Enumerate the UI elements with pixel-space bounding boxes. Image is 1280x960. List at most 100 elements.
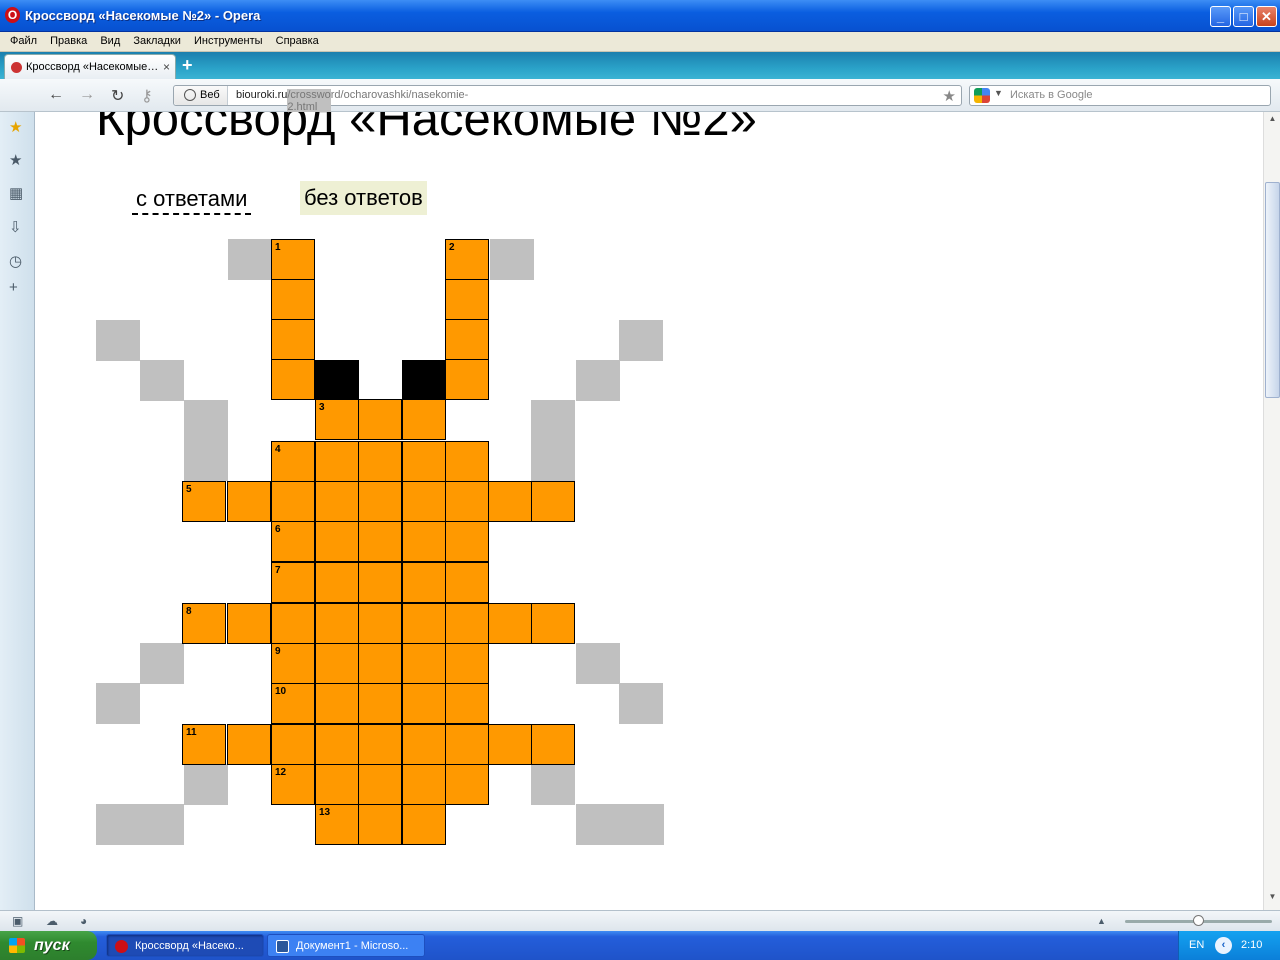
- add-panel-icon[interactable]: +: [9, 279, 18, 296]
- crossword-cell[interactable]: [358, 683, 402, 724]
- crossword-cell[interactable]: [531, 724, 575, 765]
- back-arrow-icon[interactable]: ←: [48, 86, 64, 104]
- view-toggle-icon[interactable]: ▲: [1097, 916, 1106, 926]
- crossword-cell[interactable]: [358, 521, 402, 562]
- scroll-down-icon[interactable]: ▼: [1265, 892, 1280, 907]
- crossword-cell[interactable]: [227, 603, 271, 644]
- crossword-cell[interactable]: [358, 724, 402, 765]
- crossword-cell[interactable]: [271, 279, 315, 320]
- scroll-thumb[interactable]: [1265, 182, 1280, 398]
- crossword-cell[interactable]: 4: [271, 441, 315, 482]
- crossword-cell[interactable]: [271, 481, 315, 522]
- taskbar-item-opera[interactable]: Кроссворд «Насеко...: [106, 934, 264, 957]
- bookmarks-star-icon[interactable]: ★: [9, 151, 22, 169]
- menu-item-tools[interactable]: Инструменты: [194, 32, 263, 51]
- address-field[interactable]: Веб biouroki.ru/crossword/ocharovashki/n…: [173, 85, 962, 130]
- tab-close-icon[interactable]: ×: [163, 60, 170, 74]
- crossword-cell[interactable]: 3: [315, 399, 359, 440]
- crossword-cell[interactable]: [402, 521, 446, 562]
- crossword-cell[interactable]: [358, 481, 402, 522]
- crossword-cell[interactable]: 13: [315, 804, 359, 845]
- menu-item-bookmarks[interactable]: Закладки: [133, 32, 181, 51]
- start-button[interactable]: пуск: [0, 931, 97, 960]
- crossword-cell[interactable]: 5: [182, 481, 226, 522]
- crossword-cell[interactable]: [531, 481, 575, 522]
- maximize-button[interactable]: □: [1233, 6, 1254, 27]
- crossword-cell[interactable]: [402, 724, 446, 765]
- cloud-icon[interactable]: ☁: [46, 914, 58, 928]
- tray-expand-icon[interactable]: ‹: [1215, 937, 1232, 954]
- notes-icon[interactable]: ▦: [9, 184, 23, 202]
- speed-dial-star-icon[interactable]: ★: [9, 118, 22, 136]
- forward-arrow-icon[interactable]: →: [79, 86, 95, 104]
- crossword-cell[interactable]: [315, 603, 359, 644]
- crossword-cell[interactable]: [402, 683, 446, 724]
- crossword-cell[interactable]: 6: [271, 521, 315, 562]
- crossword-cell[interactable]: [315, 683, 359, 724]
- crossword-cell[interactable]: [315, 481, 359, 522]
- crossword-cell[interactable]: [445, 441, 489, 482]
- chevron-down-icon[interactable]: ▼: [994, 88, 1003, 98]
- crossword-cell[interactable]: 12: [271, 764, 315, 805]
- crossword-cell[interactable]: [531, 603, 575, 644]
- crossword-cell[interactable]: [358, 804, 402, 845]
- crossword-cell[interactable]: [315, 521, 359, 562]
- crossword-cell[interactable]: [358, 562, 402, 603]
- crossword-cell[interactable]: 7: [271, 562, 315, 603]
- crossword-cell[interactable]: [445, 643, 489, 684]
- crossword-cell[interactable]: [445, 319, 489, 360]
- history-clock-icon[interactable]: ◷: [9, 252, 22, 270]
- crossword-cell[interactable]: 9: [271, 643, 315, 684]
- crossword-cell[interactable]: [271, 319, 315, 360]
- crossword-cell[interactable]: [358, 643, 402, 684]
- crossword-cell[interactable]: [315, 764, 359, 805]
- crossword-cell[interactable]: [402, 643, 446, 684]
- crossword-cell[interactable]: [445, 359, 489, 400]
- zoom-slider[interactable]: [1125, 915, 1272, 926]
- crossword-cell[interactable]: [402, 804, 446, 845]
- crossword-cell[interactable]: [271, 724, 315, 765]
- reload-icon[interactable]: ↻: [111, 86, 124, 106]
- web-badge[interactable]: Веб: [174, 86, 228, 105]
- key-icon[interactable]: ⚷: [141, 86, 153, 106]
- close-button[interactable]: ✕: [1256, 6, 1277, 27]
- language-indicator[interactable]: EN: [1189, 939, 1204, 951]
- crossword-cell[interactable]: 10: [271, 683, 315, 724]
- menu-item-view[interactable]: Вид: [100, 32, 120, 51]
- new-tab-button[interactable]: +: [182, 55, 193, 76]
- crossword-cell[interactable]: [445, 764, 489, 805]
- crossword-cell[interactable]: [227, 481, 271, 522]
- google-icon[interactable]: [974, 88, 990, 103]
- speedometer-icon[interactable]: ◕: [80, 914, 87, 928]
- crossword-cell[interactable]: [358, 603, 402, 644]
- crossword-cell[interactable]: [402, 562, 446, 603]
- downloads-icon[interactable]: ⇩: [9, 218, 22, 236]
- crossword-cell[interactable]: [271, 603, 315, 644]
- minimize-button[interactable]: _: [1210, 6, 1231, 27]
- crossword-cell[interactable]: [227, 724, 271, 765]
- crossword-cell[interactable]: [402, 603, 446, 644]
- crossword-cell[interactable]: [402, 399, 446, 440]
- crossword-cell[interactable]: [358, 764, 402, 805]
- scroll-up-icon[interactable]: ▲: [1265, 114, 1280, 129]
- crossword-cell[interactable]: [358, 441, 402, 482]
- panel-toggle-icon[interactable]: ▣: [12, 914, 23, 928]
- crossword-cell[interactable]: [445, 521, 489, 562]
- without-answers-link[interactable]: без ответов: [300, 181, 427, 215]
- crossword-cell[interactable]: [315, 724, 359, 765]
- crossword-cell[interactable]: [315, 562, 359, 603]
- with-answers-link[interactable]: с ответами: [132, 185, 252, 215]
- crossword-cell[interactable]: [445, 562, 489, 603]
- crossword-cell[interactable]: 1: [271, 239, 315, 280]
- crossword-cell[interactable]: [445, 603, 489, 644]
- search-field[interactable]: ▼ Искать в Google: [969, 85, 1271, 106]
- crossword-cell[interactable]: 11: [182, 724, 226, 765]
- bookmark-star-icon[interactable]: ★: [943, 87, 956, 105]
- crossword-cell[interactable]: [488, 724, 532, 765]
- crossword-cell[interactable]: [402, 441, 446, 482]
- tab-crossword[interactable]: Кроссворд «Насекомые… ×: [4, 54, 176, 79]
- crossword-cell[interactable]: [445, 481, 489, 522]
- clock[interactable]: 2:10: [1241, 939, 1262, 951]
- crossword-cell[interactable]: [271, 359, 315, 400]
- crossword-cell[interactable]: [445, 724, 489, 765]
